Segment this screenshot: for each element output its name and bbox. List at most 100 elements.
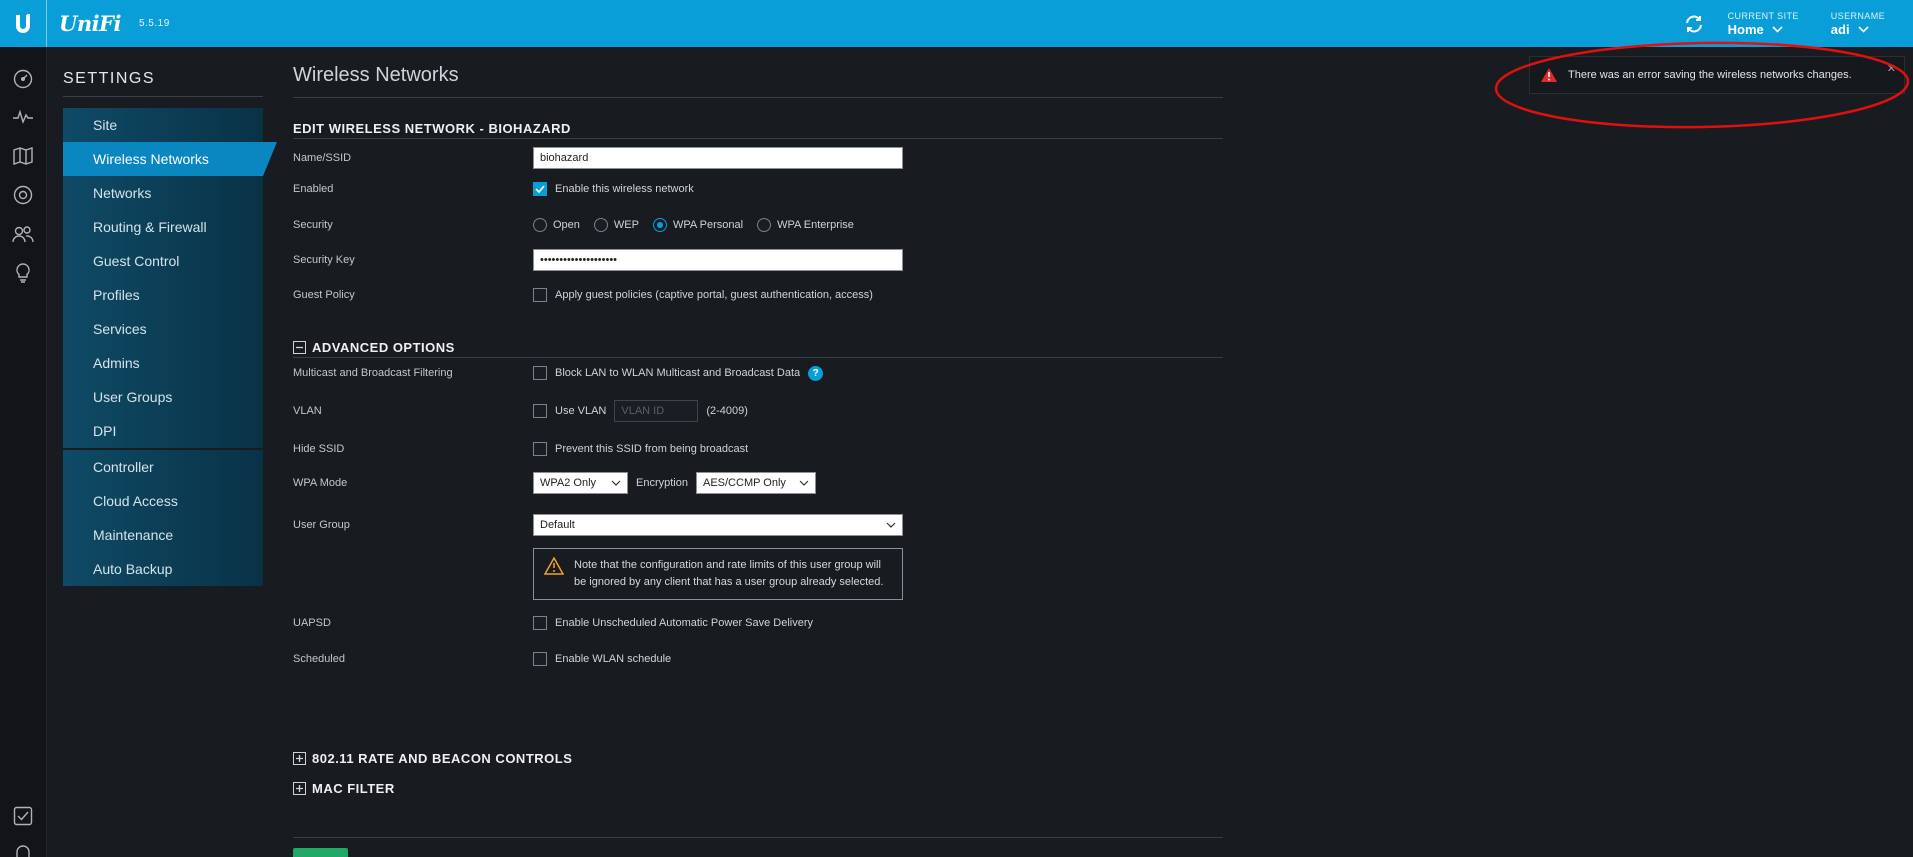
settings-title: SETTINGS <box>63 70 263 97</box>
multicast-label: Multicast and Broadcast Filtering <box>293 367 453 379</box>
user-group-note-row: Note that the configuration and rate lim… <box>293 548 1223 600</box>
user-group-select[interactable]: Default <box>533 514 903 536</box>
chevron-down-icon <box>1772 25 1783 33</box>
edit-section-title: EDIT WIRELESS NETWORK - BIOHAZARD <box>293 118 1223 139</box>
security-wpa-personal-radio[interactable] <box>652 218 667 232</box>
security-wep-label: WEP <box>613 219 639 231</box>
events-icon[interactable] <box>11 842 35 857</box>
current-site-value: Home <box>1727 21 1764 37</box>
vlan-row: VLAN Use VLAN VLAN ID (2-4009) <box>293 400 1223 422</box>
hide-ssid-row: Hide SSID Prevent this SSID from being b… <box>293 440 1223 458</box>
nav-item-networks[interactable]: Networks <box>63 176 263 210</box>
wireless-network-form: Wireless Networks EDIT WIRELESS NETWORK … <box>293 47 1223 668</box>
encryption-select[interactable]: AES/CCMP Only <box>695 472 816 494</box>
uapsd-label: UAPSD <box>293 617 331 629</box>
clients-icon[interactable] <box>11 222 35 246</box>
multicast-checkbox[interactable] <box>533 366 547 380</box>
expand-icon <box>293 752 306 765</box>
rate-beacon-controls-title: 802.11 RATE AND BEACON CONTROLS <box>312 751 573 766</box>
scheduled-label: Scheduled <box>293 653 345 665</box>
guest-policy-text: Apply guest policies (captive portal, gu… <box>555 289 873 301</box>
error-notification: There was an error saving the wireless n… <box>1529 56 1905 94</box>
chevron-down-icon <box>799 480 809 486</box>
advanced-options-title: ADVANCED OPTIONS <box>312 339 455 355</box>
guest-policy-label: Guest Policy <box>293 289 355 301</box>
security-wpa-personal-label: WPA Personal <box>672 219 744 231</box>
wpa-mode-value: WPA2 Only <box>540 477 597 489</box>
current-site-selector[interactable]: CURRENT SITE Home <box>1728 0 1799 47</box>
nav-item-profiles[interactable]: Profiles <box>63 278 263 312</box>
security-key-row: Security Key •••••••••••••••••••• <box>293 248 1223 272</box>
ssid-input[interactable]: biohazard <box>533 147 903 169</box>
insights-icon[interactable] <box>11 261 35 285</box>
user-group-row: User Group Default <box>293 514 1223 536</box>
map-icon[interactable] <box>11 144 35 168</box>
nav-item-routing-firewall[interactable]: Routing & Firewall <box>63 210 263 244</box>
user-group-value: Default <box>540 519 575 531</box>
uapsd-text: Enable Unscheduled Automatic Power Save … <box>555 617 814 629</box>
nav-item-cloud-access[interactable]: Cloud Access <box>63 484 263 518</box>
hide-ssid-label: Hide SSID <box>293 443 345 455</box>
statistics-icon[interactable] <box>11 105 35 129</box>
user-group-label: User Group <box>293 519 350 531</box>
alerts-icon[interactable] <box>11 804 35 828</box>
security-wpa-enterprise-radio[interactable] <box>757 218 772 232</box>
nav-item-maintenance[interactable]: Maintenance <box>63 518 263 552</box>
multicast-row: Multicast and Broadcast Filtering Block … <box>293 364 1223 382</box>
uapsd-checkbox[interactable] <box>533 616 547 630</box>
refresh-icon[interactable] <box>1674 0 1714 47</box>
nav-item-wireless-networks[interactable]: Wireless Networks <box>63 142 277 176</box>
nav-item-controller[interactable]: Controller <box>63 450 263 484</box>
help-icon[interactable]: ? <box>808 365 824 381</box>
controller-nav-group: Controller Cloud Access Maintenance Auto… <box>63 450 263 586</box>
security-open-radio[interactable] <box>533 218 547 232</box>
multicast-text: Block LAN to WLAN Multicast and Broadcas… <box>555 367 801 379</box>
nav-item-site[interactable]: Site <box>63 108 263 142</box>
expand-icon <box>293 782 306 795</box>
close-icon[interactable]: ✕ <box>1887 62 1896 75</box>
error-icon <box>1541 68 1557 82</box>
scheduled-text: Enable WLAN schedule <box>555 653 672 665</box>
page-title: Wireless Networks <box>293 64 1223 98</box>
chevron-down-icon <box>886 522 896 528</box>
encryption-value: AES/CCMP Only <box>702 477 786 489</box>
nav-item-services[interactable]: Services <box>63 312 263 346</box>
ubiquiti-logo-icon[interactable] <box>0 0 47 47</box>
scheduled-checkbox[interactable] <box>533 652 547 666</box>
dashboard-icon[interactable] <box>11 67 35 91</box>
guest-policy-checkbox[interactable] <box>533 288 547 302</box>
nav-item-guest-control[interactable]: Guest Control <box>63 244 263 278</box>
hide-ssid-checkbox[interactable] <box>533 442 547 456</box>
advanced-options-header[interactable]: ADVANCED OPTIONS <box>293 337 1223 358</box>
save-button[interactable] <box>293 848 348 857</box>
user-group-note: Note that the configuration and rate lim… <box>533 548 903 600</box>
name-label: Name/SSID <box>293 152 352 164</box>
security-wpa-enterprise-label: WPA Enterprise <box>777 219 854 231</box>
nav-item-user-groups[interactable]: User Groups <box>63 380 263 414</box>
security-wep-radio[interactable] <box>593 218 608 232</box>
devices-icon[interactable] <box>11 183 35 207</box>
wpa-mode-select[interactable]: WPA2 Only <box>533 472 628 494</box>
enabled-label: Enabled <box>293 183 334 195</box>
nav-item-dpi[interactable]: DPI <box>63 414 263 448</box>
enabled-row: Enabled Enable this wireless network <box>293 180 1223 198</box>
security-key-input[interactable]: •••••••••••••••••••• <box>533 249 903 271</box>
chevron-down-icon <box>1858 25 1869 33</box>
chevron-down-icon <box>611 480 621 486</box>
user-menu[interactable]: USERNAME adi <box>1831 0 1885 47</box>
enabled-checkbox[interactable] <box>533 182 547 196</box>
nav-item-admins[interactable]: Admins <box>63 346 263 380</box>
mac-filter-header[interactable]: MAC FILTER <box>293 781 395 796</box>
vlan-range-hint: (2-4009) <box>706 405 748 417</box>
vlan-checkbox[interactable] <box>533 404 547 418</box>
hide-ssid-text: Prevent this SSID from being broadcast <box>555 443 749 455</box>
security-label: Security <box>293 219 333 231</box>
nav-item-auto-backup[interactable]: Auto Backup <box>63 552 263 586</box>
vlan-id-input[interactable]: VLAN ID <box>614 400 699 422</box>
vlan-text: Use VLAN <box>555 405 607 417</box>
checkmark-icon <box>535 185 545 193</box>
rate-beacon-controls-header[interactable]: 802.11 RATE AND BEACON CONTROLS <box>293 751 572 766</box>
current-site-label: CURRENT SITE <box>1727 10 1799 21</box>
encryption-label: Encryption <box>636 477 688 489</box>
collapse-icon <box>293 340 306 354</box>
